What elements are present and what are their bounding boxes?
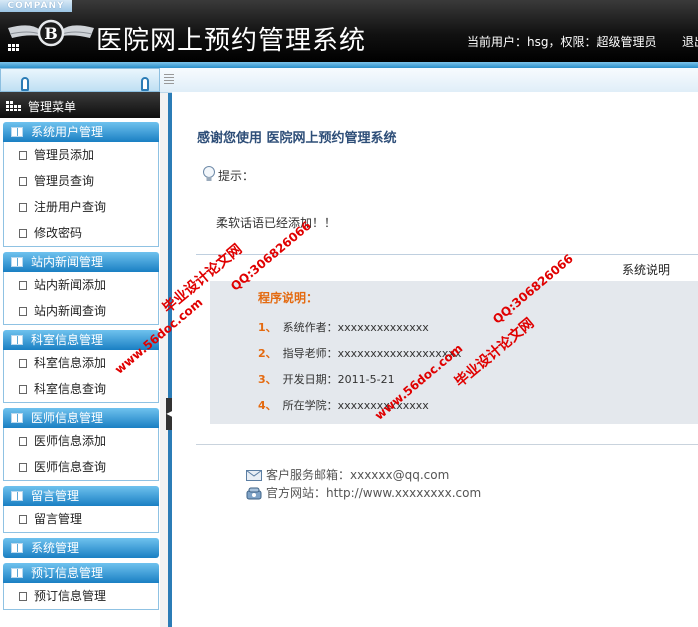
book-icon (11, 543, 23, 553)
page-icon (19, 515, 27, 524)
ring-icon (21, 77, 29, 91)
ring-icon (141, 77, 149, 91)
menu-item-booking-manage[interactable]: 预订信息管理 (4, 583, 158, 609)
sidebar-top-bar (0, 68, 160, 92)
page-icon (19, 151, 27, 160)
menu-group-department: 科室信息管理 科室信息添加 科室信息查询 (3, 330, 159, 403)
menu-group-body: 留言管理 (3, 506, 159, 533)
menu-item-label: 科室信息查询 (34, 382, 107, 396)
menu-group-header[interactable]: 系统管理 (3, 538, 159, 558)
header: COMPANY B 医院网上预约管理系统 当前用户：hsg，权限：超级管理员 退… (0, 0, 698, 62)
page-icon (19, 203, 27, 212)
menu-group-title: 留言管理 (31, 489, 80, 503)
menu-item-label: 站内新闻添加 (34, 278, 107, 292)
menu-group-header[interactable]: 预订信息管理 (3, 563, 159, 583)
menu-item-label: 医师信息添加 (34, 434, 107, 448)
bentley-logo-icon: B (8, 19, 94, 51)
menu-group-body: 站内新闻添加 站内新闻查询 (3, 272, 159, 325)
program-line: 3、 开发日期：2011-5-21 (258, 373, 395, 386)
page-icon (19, 437, 27, 446)
page-icon (19, 385, 27, 394)
grip-icon (164, 74, 174, 86)
tip-label: 提示： (218, 169, 255, 183)
menu-item-admin-query[interactable]: 管理员查询 (4, 168, 158, 194)
company-badge: COMPANY (0, 0, 72, 12)
footer-website: 官方网站：http://www.xxxxxxxx.com (246, 484, 481, 501)
menu-item-label: 留言管理 (34, 512, 83, 526)
menu-group-title: 系统管理 (31, 541, 80, 555)
menu-item-label: 管理员添加 (34, 148, 95, 162)
menu-item-label: 医师信息查询 (34, 460, 107, 474)
menu-group-news: 站内新闻管理 站内新闻添加 站内新闻查询 (3, 252, 159, 325)
sidebar-divider (160, 68, 168, 627)
menu-group-body: 医师信息添加 医师信息查询 (3, 428, 159, 481)
page-icon (19, 307, 27, 316)
footer-email: 客户服务邮箱：xxxxxx@qq.com (246, 466, 449, 483)
menu-group-title: 医师信息管理 (31, 411, 104, 425)
menu-item-news-add[interactable]: 站内新闻添加 (4, 272, 158, 298)
menu-group-header[interactable]: 留言管理 (3, 486, 159, 506)
menu-item-label: 站内新闻查询 (34, 304, 107, 318)
system-info-label: 系统说明 (622, 263, 671, 277)
svg-text:B: B (44, 24, 58, 43)
menu-item-department-query[interactable]: 科室信息查询 (4, 376, 158, 402)
page-icon (19, 177, 27, 186)
menu-group-title: 预订信息管理 (31, 566, 104, 580)
menu-group-doctor: 医师信息管理 医师信息添加 医师信息查询 (3, 408, 159, 481)
program-line: 1、 系统作者：xxxxxxxxxxxxxx (258, 321, 429, 334)
menu-group-body: 管理员添加 管理员查询 注册用户查询 修改密码 (3, 142, 159, 247)
menu-item-label: 科室信息添加 (34, 356, 107, 370)
phone-icon (246, 487, 262, 500)
footer-email-text: 客户服务邮箱：xxxxxx@qq.com (266, 468, 450, 482)
book-icon (11, 491, 23, 501)
program-line: 2、 指导老师：xxxxxxxxxxxxxxxxxxx (258, 347, 462, 360)
menu-group-system-users: 系统用户管理 管理员添加 管理员查询 注册用户查询 修改密码 (3, 122, 159, 247)
menu-group-header[interactable]: 医师信息管理 (3, 408, 159, 428)
footer-website-text: 官方网站：http://www.xxxxxxxx.com (266, 486, 482, 500)
book-icon (11, 257, 23, 267)
menu-group-system: 系统管理 (3, 538, 159, 558)
menu-group-title: 科室信息管理 (31, 333, 104, 347)
menu-group-title: 系统用户管理 (31, 125, 104, 139)
page-icon (19, 592, 27, 601)
page-icon (19, 281, 27, 290)
menu-item-doctor-add[interactable]: 医师信息添加 (4, 428, 158, 454)
bulb-icon (203, 166, 215, 181)
program-info-title: 程序说明： (258, 291, 319, 305)
tip-message: 柔软话语已经添加！！ (216, 216, 337, 230)
page-icon (19, 229, 27, 238)
menu-item-doctor-query[interactable]: 医师信息查询 (4, 454, 158, 480)
content-toolbar (160, 68, 698, 93)
book-icon (11, 413, 23, 423)
menu-group-booking: 预订信息管理 预订信息管理 (3, 563, 159, 610)
book-icon (11, 568, 23, 578)
welcome-heading: 感谢您使用 医院网上预约管理系统 (197, 131, 397, 146)
menu-item-label: 注册用户查询 (34, 200, 107, 214)
grid-icon (6, 101, 21, 111)
menu-item-message-manage[interactable]: 留言管理 (4, 506, 158, 532)
page-icon (19, 463, 27, 472)
menu-group-messages: 留言管理 留言管理 (3, 486, 159, 533)
current-user-info: 当前用户：hsg，权限：超级管理员 (467, 35, 657, 49)
menu-item-admin-add[interactable]: 管理员添加 (4, 142, 158, 168)
menu-item-news-query[interactable]: 站内新闻查询 (4, 298, 158, 324)
menu-item-label: 预订信息管理 (34, 589, 107, 603)
logout-link[interactable]: 退出 (682, 33, 698, 50)
menu-group-body: 预订信息管理 (3, 583, 159, 610)
menu-item-label: 管理员查询 (34, 174, 95, 188)
menu-group-title: 站内新闻管理 (31, 255, 104, 269)
mail-icon (246, 470, 262, 481)
app-title: 医院网上预约管理系统 (96, 26, 367, 56)
book-icon (11, 335, 23, 345)
menu-item-registered-user-query[interactable]: 注册用户查询 (4, 194, 158, 220)
menu-item-label: 修改密码 (34, 226, 83, 240)
section-divider (196, 444, 698, 445)
page-icon (19, 359, 27, 368)
menu-group-header[interactable]: 站内新闻管理 (3, 252, 159, 272)
menu-header: 管理菜单 (0, 92, 160, 118)
book-icon (11, 127, 23, 137)
menu-title: 管理菜单 (28, 100, 77, 114)
menu-item-change-password[interactable]: 修改密码 (4, 220, 158, 246)
menu-group-header[interactable]: 系统用户管理 (3, 122, 159, 142)
